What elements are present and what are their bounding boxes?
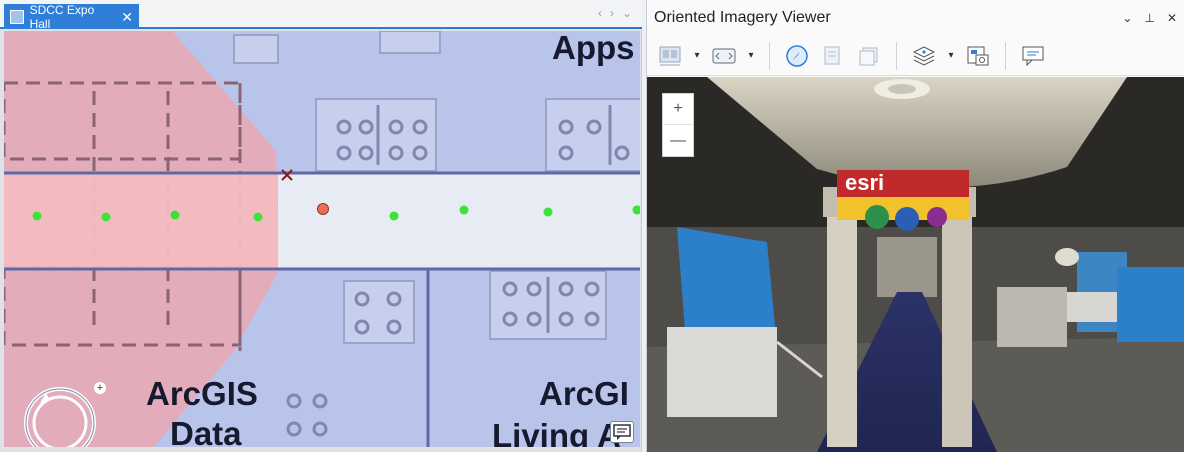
navigator-zoom-in-icon[interactable]: + <box>94 382 106 394</box>
image-point[interactable] <box>101 212 111 222</box>
image-footprint-button[interactable] <box>854 42 884 70</box>
measure-button[interactable] <box>818 42 848 70</box>
layers-button[interactable] <box>909 42 939 70</box>
chevron-down-icon[interactable]: ⌄ <box>622 6 632 20</box>
compass-icon <box>786 44 808 67</box>
chevron-down-icon[interactable]: ▾ <box>945 50 957 61</box>
navigate-button[interactable] <box>782 42 812 70</box>
map-icon <box>10 9 24 24</box>
viewer-toolbar: ▾ ▾ ▾ <box>647 36 1184 76</box>
map-label-living: Living A <box>492 417 621 447</box>
pin-icon[interactable]: ⊥ <box>1144 11 1154 25</box>
toolbar-separator <box>896 41 897 70</box>
map-navigator[interactable]: + − <box>22 382 106 447</box>
expo-hall-photo: esri <box>647 77 1184 452</box>
app-window: SDCC Expo Hall ✕ ‹ › ⌄ Apps ArcGIS Data … <box>0 0 1184 452</box>
oriented-imagery-viewer: Oriented Imagery Viewer ⌄ ⊥ ✕ ▾ ▾ ▾ esri… <box>646 0 1184 452</box>
image-enhancement-button[interactable] <box>709 42 739 70</box>
comment-tray-icon[interactable] <box>610 421 634 443</box>
viewer-header: Oriented Imagery Viewer ⌄ ⊥ ✕ <box>647 0 1184 36</box>
map-tab-bar: SDCC Expo Hall ✕ ‹ › ⌄ <box>0 0 642 31</box>
viewer-header-buttons: ⌄ ⊥ ✕ <box>1122 11 1177 25</box>
tab-sdcc-expo-hall[interactable]: SDCC Expo Hall ✕ <box>4 2 139 31</box>
oriented-image-view[interactable]: esri + — <box>647 77 1184 452</box>
close-icon[interactable]: ✕ <box>1167 11 1177 25</box>
tab-label: SDCC Expo Hall <box>29 2 95 31</box>
image-point[interactable] <box>170 210 180 220</box>
image-point[interactable] <box>389 211 399 221</box>
map-label-arcgis-right: ArcGI <box>539 375 629 412</box>
image-point[interactable] <box>32 211 42 221</box>
map-pane: SDCC Expo Hall ✕ ‹ › ⌄ Apps ArcGIS Data … <box>0 0 642 452</box>
toolbar-separator <box>769 41 770 70</box>
zoom-in-button[interactable]: + <box>663 94 693 125</box>
aisle-coverage <box>4 173 278 269</box>
compass-icon <box>24 387 96 447</box>
image-point[interactable] <box>459 205 469 215</box>
measure-icon <box>824 46 840 64</box>
tab-nav: ‹ › ⌄ <box>598 6 632 20</box>
options-menu-icon[interactable]: ⌄ <box>1122 11 1132 25</box>
toolbar-separator <box>1005 41 1006 70</box>
image-gallery-icon <box>659 46 681 65</box>
image-footprint-icon <box>859 47 878 65</box>
chat-icon <box>613 424 631 440</box>
chevron-right-icon[interactable]: › <box>610 6 614 20</box>
chevron-left-icon[interactable]: ‹ <box>598 6 602 20</box>
zoom-control: + — <box>662 93 694 157</box>
close-icon[interactable]: ✕ <box>121 10 133 24</box>
chevron-down-icon[interactable]: ▾ <box>745 50 757 61</box>
esri-sign-text: esri <box>845 170 884 195</box>
map-label-arcgis-left: ArcGIS <box>146 375 258 412</box>
image-point[interactable] <box>543 207 553 217</box>
chevron-down-icon[interactable]: ▾ <box>691 50 703 61</box>
comments-button[interactable] <box>1018 42 1048 70</box>
map-label-data: Data <box>170 415 242 447</box>
chat-icon <box>1022 46 1044 66</box>
layers-icon <box>912 45 936 66</box>
map-canvas[interactable]: Apps ArcGIS Data ArcGI Living A + − <box>4 31 640 447</box>
image-point[interactable] <box>253 212 263 222</box>
export-image-button[interactable] <box>963 42 993 70</box>
current-image-point[interactable] <box>317 203 329 215</box>
image-enhancement-icon <box>712 48 736 63</box>
zoom-out-button[interactable]: — <box>663 125 693 156</box>
export-image-icon <box>967 46 989 65</box>
viewer-title: Oriented Imagery Viewer <box>654 9 831 26</box>
map-label-apps: Apps <box>552 31 635 66</box>
image-gallery-button[interactable] <box>655 42 685 70</box>
